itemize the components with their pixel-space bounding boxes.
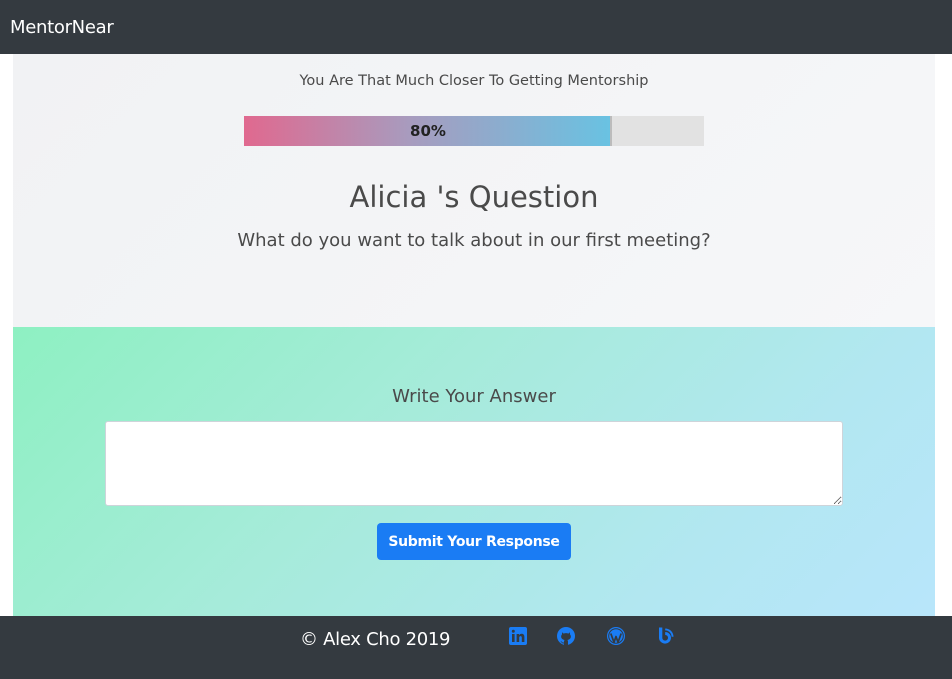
question-text: What do you want to talk about in our fi…	[237, 230, 711, 251]
linkedin-icon[interactable]	[508, 626, 530, 648]
copyright-text: © Alex Cho 2019	[300, 629, 451, 650]
question-title: Alicia 's Question	[349, 180, 599, 214]
answer-label: Write Your Answer	[392, 386, 556, 407]
blog-icon[interactable]	[656, 626, 678, 648]
answer-textarea[interactable]	[105, 421, 843, 506]
question-section: You Are That Much Closer To Getting Ment…	[13, 54, 935, 327]
wordpress-icon[interactable]	[606, 626, 628, 648]
submit-response-button[interactable]: Submit Your Response	[377, 523, 571, 560]
answer-section: Write Your Answer Submit Your Response	[13, 327, 935, 616]
navbar: MentorNear	[0, 0, 952, 54]
progress-bar: 80%	[244, 116, 704, 146]
progress-tagline: You Are That Much Closer To Getting Ment…	[299, 73, 649, 89]
progress-label: 80%	[410, 122, 446, 140]
footer: © Alex Cho 2019	[0, 616, 952, 679]
github-icon[interactable]	[556, 626, 578, 648]
brand-logo[interactable]: MentorNear	[10, 17, 114, 38]
